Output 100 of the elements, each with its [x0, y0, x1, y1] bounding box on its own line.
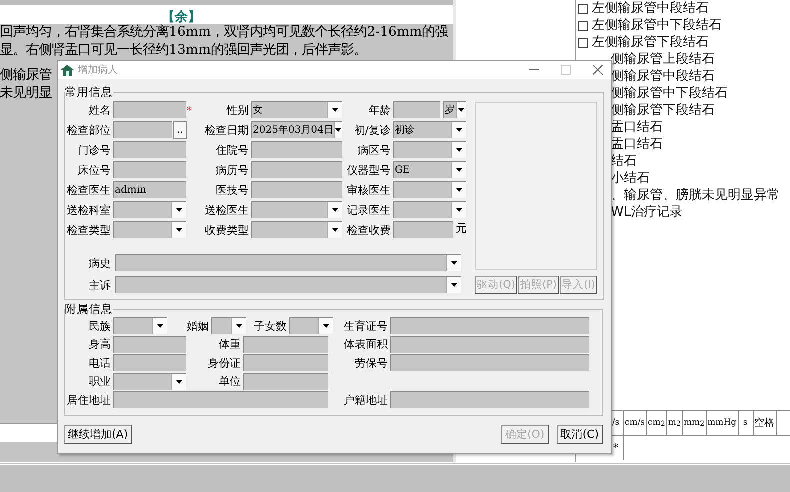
field-label: 检查类型 [66, 222, 112, 238]
field-label: 体表面积 [343, 337, 389, 352]
required-mark: * [187, 106, 192, 116]
field-label: 检查医生 [66, 182, 112, 198]
input-field[interactable] [113, 161, 187, 179]
dropdown-field[interactable]: 女 [251, 101, 343, 119]
input-field[interactable] [243, 372, 329, 391]
field-label: 体重 [218, 337, 242, 352]
input-field[interactable] [393, 101, 441, 119]
field-value: 初诊 [394, 124, 416, 137]
dropdown-field[interactable] [115, 254, 462, 272]
input-field[interactable] [390, 354, 590, 372]
input-field[interactable] [251, 141, 343, 159]
close-icon[interactable] [593, 65, 603, 75]
input-field[interactable] [113, 336, 187, 354]
field-label: 医技号 [215, 182, 250, 198]
unit-key[interactable]: mmHg [706, 411, 739, 435]
unit-key[interactable]: cm/s [624, 411, 648, 435]
finding-item[interactable]: 、输尿管、膀胱未见明显异常 [611, 187, 780, 204]
field-label: 仪器型号 [346, 162, 392, 178]
unit-key[interactable]: 空格 [754, 411, 777, 435]
dropdown-field[interactable] [113, 372, 187, 391]
field-label: 民族 [88, 318, 112, 334]
field-label: 性别 [226, 102, 250, 118]
section-heading: 【余】 [162, 10, 201, 25]
input-field[interactable] [113, 101, 187, 119]
finding-item[interactable]: 左侧输尿管中下段结石 [576, 17, 790, 34]
field-value: admin [114, 184, 148, 196]
field-value: 岁 [444, 104, 456, 117]
finding-item[interactable]: 盂口结石 [611, 119, 663, 136]
finding-item[interactable]: WL治疗记录 [611, 204, 684, 221]
field-label: 劳保号 [354, 356, 389, 371]
dropdown-field[interactable] [393, 141, 467, 159]
field-label: 送检医生 [204, 202, 250, 218]
field-label: 电话 [88, 356, 112, 371]
field-label: 门诊号 [77, 142, 112, 158]
dialog-button[interactable]: 取消(C) [556, 424, 603, 444]
dialog-button[interactable]: 继续增加(A) [64, 424, 132, 444]
field-label: 职业 [88, 374, 112, 390]
field-label: 子女数 [253, 318, 288, 334]
field-label: 病区号 [357, 142, 392, 158]
input-field[interactable] [390, 336, 590, 354]
field-label: 床位号 [77, 162, 112, 178]
field-label: 检查收费 [346, 222, 392, 238]
input-field[interactable]: admin [113, 181, 187, 199]
finding-item[interactable]: 小结石 [611, 170, 650, 187]
field-label: 住院号 [215, 142, 250, 158]
input-field[interactable] [113, 354, 187, 372]
finding-item[interactable]: 左侧输尿管中段结石 [576, 0, 790, 17]
dropdown-field[interactable] [393, 181, 467, 199]
input-field[interactable] [113, 121, 173, 139]
dropdown-field[interactable] [113, 201, 187, 219]
dropdown-field[interactable]: 2025年03月04日 [251, 121, 343, 139]
checkbox[interactable] [578, 4, 588, 14]
input-field[interactable] [393, 221, 454, 239]
input-field[interactable] [390, 317, 590, 336]
finding-item[interactable]: 侧输尿管上段结石 [611, 51, 715, 68]
input-field[interactable] [243, 336, 329, 354]
dropdown-field[interactable] [251, 221, 343, 239]
finding-item[interactable]: 盂口结石 [611, 136, 663, 153]
dropdown-field[interactable] [251, 201, 343, 219]
field-label: 生育证号 [343, 318, 389, 334]
dropdown-field[interactable] [393, 201, 467, 219]
finding-item[interactable]: 左侧输尿管下段结石 [576, 34, 790, 51]
unit-key[interactable]: s [738, 411, 754, 435]
field-label: 检查日期 [204, 122, 250, 138]
dropdown-field[interactable] [211, 317, 247, 336]
field-label: 病历号 [215, 162, 250, 178]
field-label: 居住地址 [66, 392, 112, 408]
field-label: 初/复诊 [353, 122, 392, 138]
input-field[interactable] [243, 354, 329, 372]
field-label: 身高 [88, 337, 112, 352]
browse-button[interactable]: .. [173, 121, 187, 139]
field-label: 病史 [88, 256, 112, 270]
dropdown-field[interactable] [113, 317, 168, 336]
field-label: 年龄 [368, 102, 392, 118]
field-label: 收费类型 [204, 222, 250, 238]
dropdown-field[interactable] [113, 221, 187, 239]
input-field[interactable] [113, 141, 187, 159]
input-field[interactable] [113, 391, 329, 410]
unit-dropdown[interactable]: 岁 [443, 101, 467, 119]
finding-item[interactable]: 侧输尿管下段结石 [611, 102, 715, 119]
field-label: 记录医生 [346, 202, 392, 218]
input-field[interactable] [251, 181, 343, 199]
field-label: 送检科室 [66, 202, 112, 218]
input-field[interactable] [390, 391, 590, 410]
field-value: GE [394, 164, 412, 176]
dropdown-field[interactable] [115, 276, 462, 294]
checkbox[interactable] [578, 38, 588, 48]
report-text: 侧输尿管 [0, 67, 52, 84]
finding-item[interactable]: 侧输尿管中段结石 [611, 68, 715, 85]
field-label: 检查部位 [66, 122, 112, 138]
finding-item[interactable]: 侧输尿管中下段结石 [611, 85, 728, 102]
field-label: 审核医生 [346, 182, 392, 198]
input-field[interactable] [251, 161, 343, 179]
field-label: 单位 [218, 374, 242, 390]
checkbox[interactable] [578, 20, 588, 30]
dropdown-field[interactable] [289, 317, 334, 336]
dropdown-field[interactable]: 初诊 [393, 121, 467, 139]
dropdown-field[interactable]: GE [393, 161, 467, 179]
